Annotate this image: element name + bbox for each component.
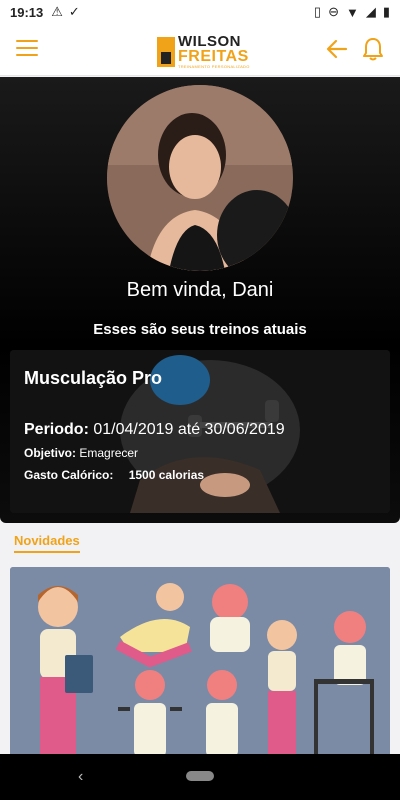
workout-calories: Gasto Calórico: 1500 calorias — [24, 468, 204, 482]
back-arrow-icon[interactable] — [326, 38, 348, 60]
nav-home-pill[interactable] — [186, 771, 214, 781]
wifi-icon: ▼ — [345, 4, 359, 20]
system-nav-bar: ‹ — [0, 754, 400, 800]
current-workouts-heading: Esses são seus treinos atuais — [93, 321, 307, 338]
calories-value: 1500 calorias — [128, 468, 205, 482]
workout-period: Periodo: 01/04/2019 até 30/06/2019 — [24, 421, 285, 439]
objective-label: Objetivo: — [24, 446, 77, 460]
menu-icon[interactable] — [16, 40, 38, 58]
logo-line-2: FREITAS — [178, 48, 249, 65]
news-section-label[interactable]: Novidades — [14, 533, 80, 553]
logo-mark — [157, 36, 175, 67]
bell-icon[interactable] — [362, 36, 384, 62]
app-logo: WILSON FREITAS TREINAMENTO PERSONALIZADO — [157, 34, 250, 69]
vibrate-icon: ▯ — [313, 4, 322, 19]
workout-objective: Objetivo: Emagrecer — [24, 446, 138, 460]
logo-tagline: TREINAMENTO PERSONALIZADO — [178, 64, 250, 69]
period-value: 01/04/2019 até 30/06/2019 — [93, 421, 285, 438]
nav-back-icon[interactable]: ‹ — [78, 768, 83, 786]
signal-icon: ◢ — [365, 4, 376, 19]
status-bar: 19:13 ⚠ ✓ ▯ ⊖ ▼ ◢ ▮ — [0, 0, 400, 24]
avatar[interactable] — [107, 85, 293, 271]
objective-value: Emagrecer — [79, 446, 139, 460]
news-illustration — [10, 567, 390, 757]
status-time: 19:13 — [10, 4, 44, 20]
battery-icon: ▮ — [382, 4, 390, 19]
period-label: Periodo: — [24, 421, 89, 438]
greeting-text: Bem vinda, Dani — [126, 279, 274, 301]
dnd-icon: ⊖ — [328, 4, 339, 19]
logo-line-1: WILSON — [178, 33, 241, 50]
news-card[interactable] — [10, 567, 390, 757]
calories-label: Gasto Calórico: — [24, 468, 114, 482]
profile-hero: Bem vinda, Dani Esses são seus treinos a… — [0, 77, 400, 523]
download-done-icon: ✓ — [68, 4, 80, 19]
app-bar: WILSON FREITAS TREINAMENTO PERSONALIZADO — [0, 24, 400, 76]
warning-icon: ⚠ — [51, 4, 63, 19]
workout-card[interactable]: Musculação Pro Periodo: 01/04/2019 até 3… — [10, 350, 390, 513]
workout-title: Musculação Pro — [24, 368, 163, 388]
